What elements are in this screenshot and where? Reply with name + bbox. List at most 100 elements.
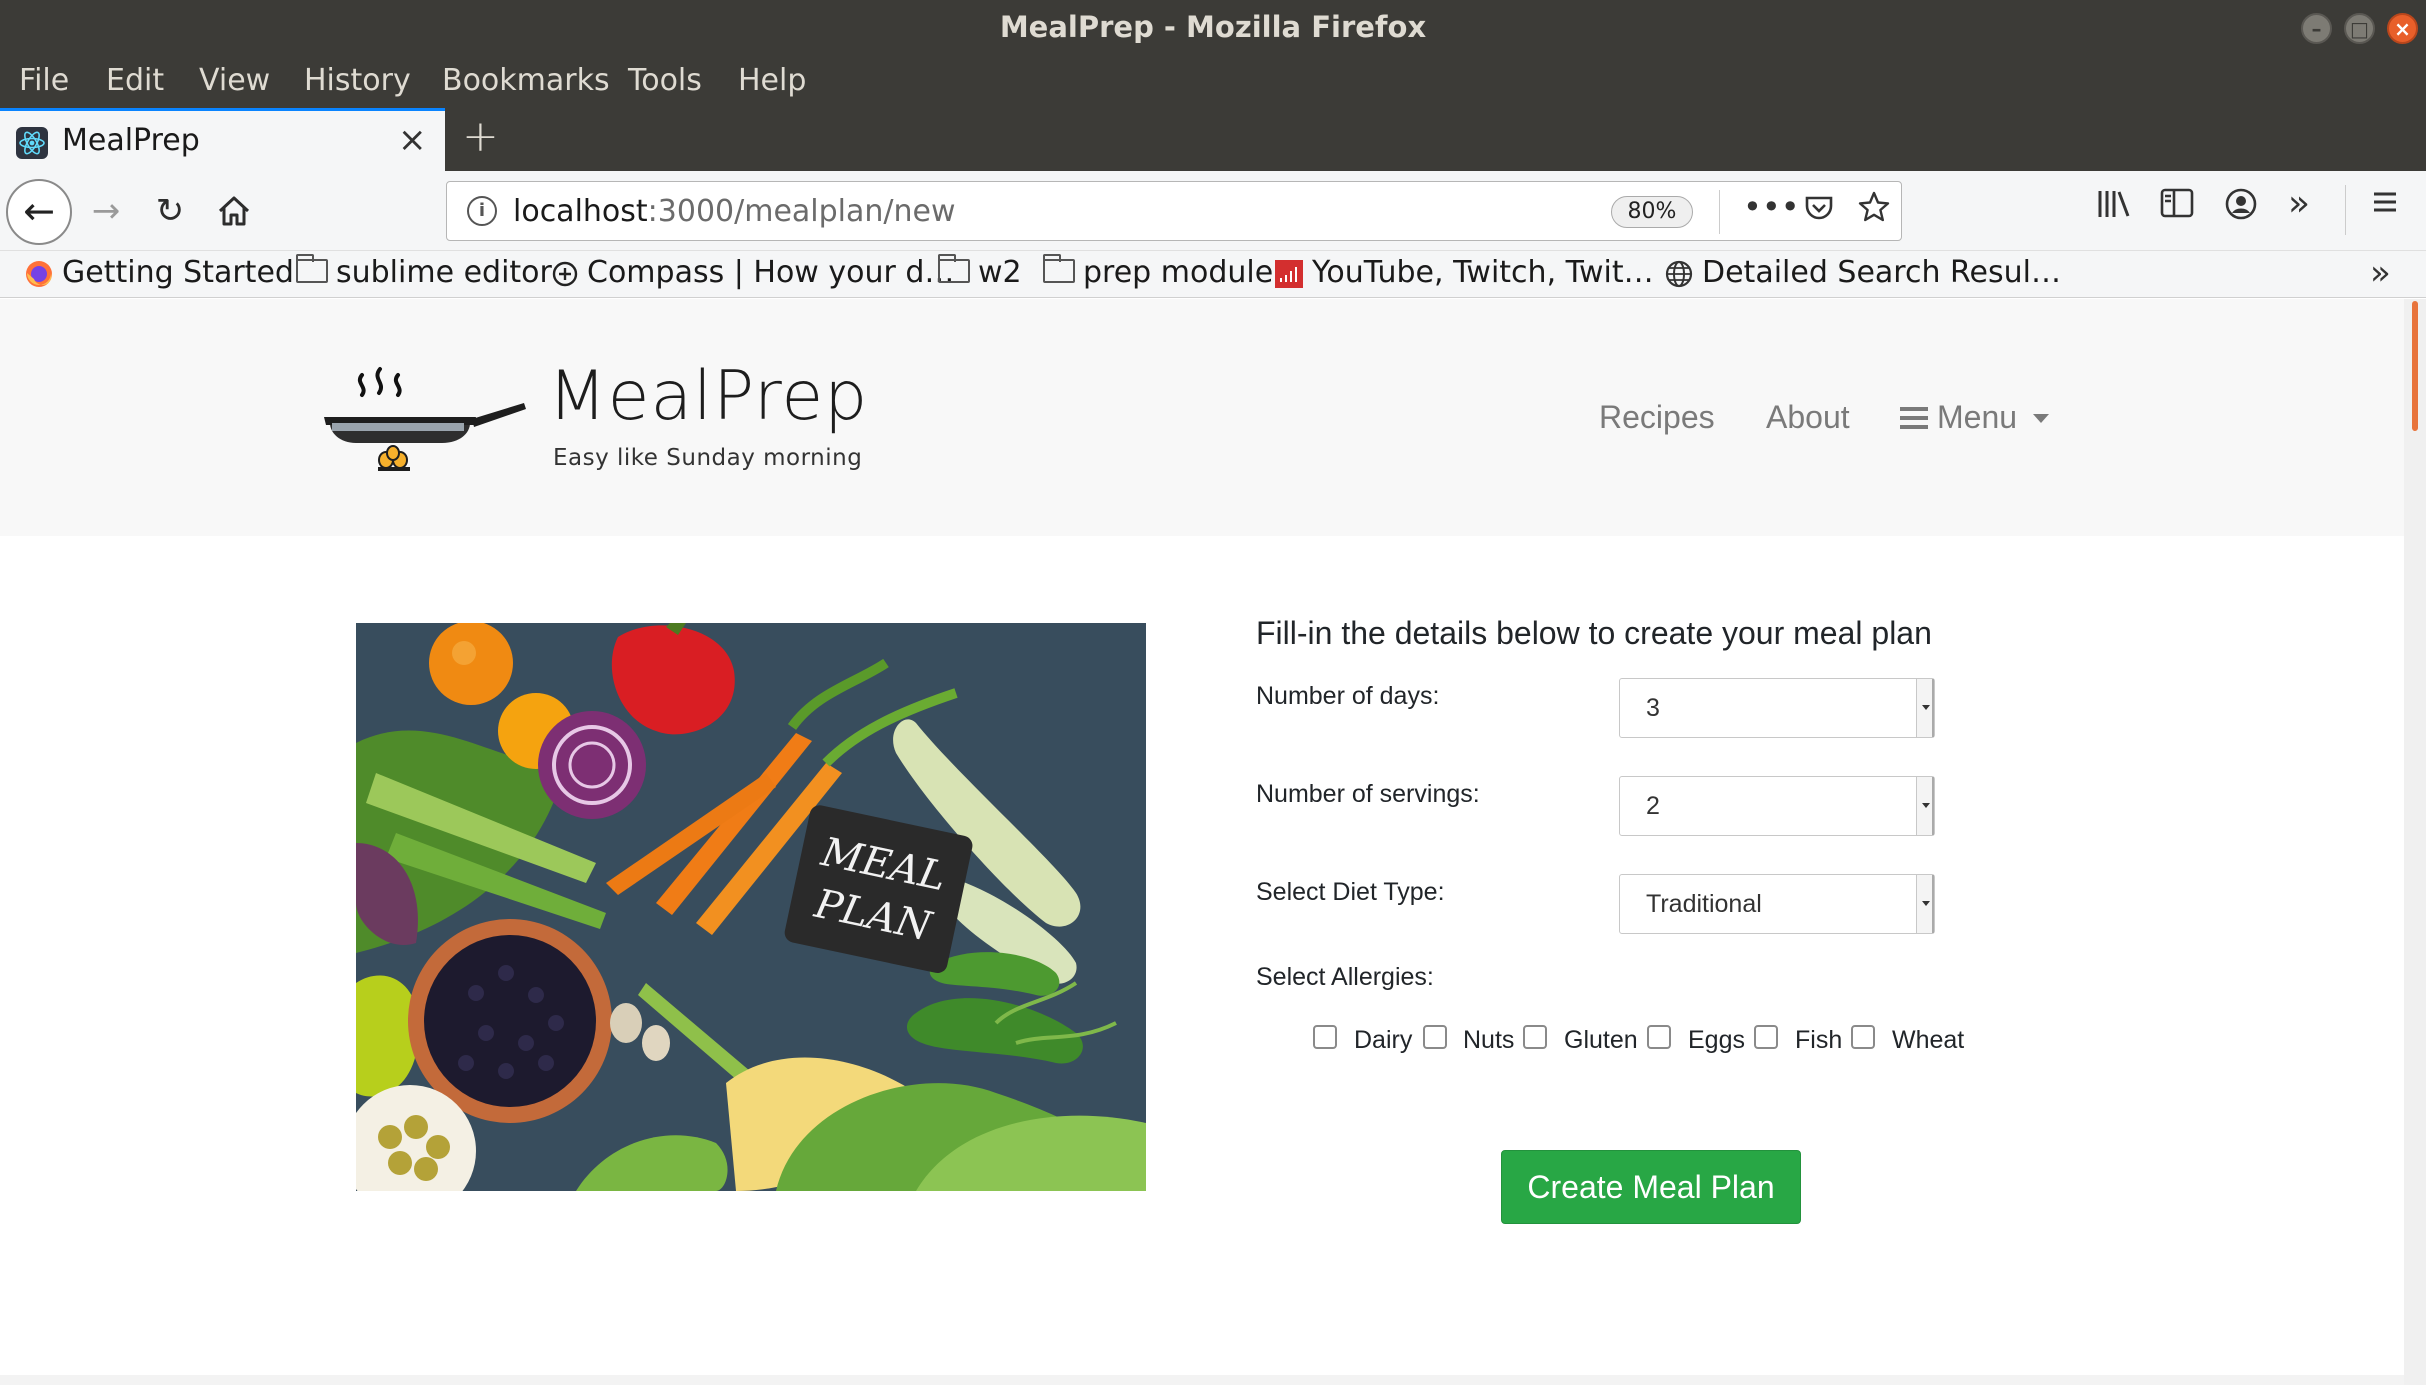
folder-icon (296, 253, 328, 283)
arrow-right-icon: → (91, 191, 121, 231)
servings-label: Number of servings: (1256, 780, 1480, 808)
diet-type-select[interactable]: Traditional (1619, 874, 1935, 934)
scrollbar-thumb[interactable] (2412, 301, 2418, 431)
nav-recipes-link[interactable]: Recipes (1599, 399, 1715, 436)
home-button[interactable] (210, 187, 258, 235)
servings-select[interactable]: 2 (1619, 776, 1935, 836)
sidebar-icon (2160, 188, 2194, 218)
page-scrollbar[interactable] (2404, 299, 2426, 1385)
folder-icon (938, 253, 970, 283)
gluten-checkbox[interactable] (1523, 1025, 1547, 1049)
dairy-label[interactable]: Dairy (1354, 1026, 1412, 1055)
reload-button[interactable]: ↻ (146, 187, 194, 235)
frying-pan-logo-icon[interactable] (322, 365, 528, 477)
bookmark-w2[interactable]: w2 (938, 253, 1022, 290)
bookmark-sublime-editor[interactable]: sublime editor (296, 253, 552, 290)
home-icon (218, 196, 250, 226)
overflow-menu-button[interactable]: » (2288, 183, 2310, 224)
url-bar[interactable]: i localhost:3000/mealplan/new 80% ••• (446, 181, 1902, 241)
arrow-left-icon: ← (23, 189, 55, 233)
toolbar-separator (2345, 185, 2346, 235)
bookmarks-toolbar: Getting Started sublime editor Compass |… (0, 251, 2426, 298)
bookmark-detailed-search[interactable]: Detailed Search Resul… (1664, 255, 2061, 290)
menu-tools[interactable]: Tools (628, 63, 702, 98)
fish-checkbox[interactable] (1754, 1025, 1778, 1049)
globe-icon (1665, 260, 1693, 287)
dairy-checkbox[interactable] (1313, 1025, 1337, 1049)
nuts-label[interactable]: Nuts (1463, 1026, 1514, 1055)
tab-strip: MealPrep × + (0, 105, 2426, 171)
close-tab-button[interactable]: × (398, 120, 427, 160)
library-button[interactable] (2096, 187, 2132, 229)
select-arrow-icon (1916, 777, 1934, 835)
zoom-level-button[interactable]: 80% (1611, 196, 1693, 228)
menu-bookmarks[interactable]: Bookmarks (442, 63, 610, 98)
wheat-checkbox[interactable] (1851, 1025, 1875, 1049)
days-label: Number of days: (1256, 682, 1440, 710)
select-arrow-icon (1916, 679, 1934, 737)
diet-type-value: Traditional (1646, 890, 1762, 918)
diet-type-label: Select Diet Type: (1256, 878, 1445, 906)
bookmark-getting-started[interactable]: Getting Started (24, 255, 294, 290)
maximize-button[interactable]: □ (2344, 13, 2375, 44)
open-menu-button[interactable] (2370, 187, 2400, 225)
bookmarks-overflow-button[interactable]: » (2370, 253, 2391, 293)
nuts-checkbox[interactable] (1423, 1025, 1447, 1049)
forward-button[interactable]: → (82, 187, 130, 235)
menu-help[interactable]: Help (738, 63, 806, 98)
minimize-button[interactable]: – (2301, 13, 2332, 44)
gluten-label[interactable]: Gluten (1564, 1026, 1638, 1055)
page-actions-button[interactable]: ••• (1743, 188, 1800, 226)
hero-meal-plan-image: MEAL PLAN (356, 623, 1146, 1191)
days-select[interactable]: 3 (1619, 678, 1935, 738)
eggs-label[interactable]: Eggs (1688, 1026, 1745, 1055)
info-icon[interactable]: i (467, 196, 497, 226)
library-icon (2098, 191, 2130, 217)
url-text[interactable]: localhost:3000/mealplan/new (513, 194, 956, 229)
window-titlebar: MealPrep - Mozilla Firefox – □ × (0, 0, 2426, 57)
bookmark-prep-module[interactable]: prep module (1043, 253, 1273, 290)
react-icon (16, 127, 48, 159)
menu-edit[interactable]: Edit (106, 63, 164, 98)
menu-bar: File Edit View History Bookmarks Tools H… (0, 57, 2426, 105)
reload-icon: ↻ (155, 191, 185, 231)
days-value: 3 (1646, 694, 1660, 722)
servings-value: 2 (1646, 792, 1660, 820)
select-arrow-icon (1916, 875, 1934, 933)
new-tab-button[interactable]: + (462, 111, 499, 162)
caret-down-icon (2033, 414, 2050, 423)
menu-file[interactable]: File (19, 63, 69, 98)
account-button[interactable] (2224, 187, 2258, 229)
back-button[interactable]: ← (6, 179, 72, 245)
nav-menu-dropdown[interactable]: Menu (1900, 399, 2050, 436)
hamburger-icon (1900, 407, 1928, 429)
page-footer-strip (0, 1375, 2404, 1385)
brand-name[interactable]: MealPrep (548, 357, 868, 436)
minimize-icon: – (2311, 17, 2322, 41)
menu-history[interactable]: History (304, 63, 411, 98)
close-window-button[interactable]: × (2387, 13, 2418, 44)
chart-icon (1275, 259, 1303, 288)
pocket-button[interactable] (1803, 192, 1835, 232)
tab-mealprep[interactable]: MealPrep × (0, 108, 445, 171)
bookmark-star-button[interactable] (1857, 190, 1891, 232)
sidebar-button[interactable] (2160, 187, 2194, 227)
allergies-label: Select Allergies: (1256, 963, 1434, 991)
tab-title: MealPrep (62, 123, 200, 158)
site-header: MealPrep Easy like Sunday morning Recipe… (0, 299, 2404, 536)
fish-label[interactable]: Fish (1795, 1026, 1842, 1055)
hamburger-menu-icon (2374, 192, 2396, 212)
bookmark-youtube-twitch[interactable]: YouTube, Twitch, Twit… (1274, 255, 1654, 290)
create-meal-plan-button[interactable]: Create Meal Plan (1501, 1150, 1801, 1224)
form-heading: Fill-in the details below to create your… (1256, 615, 1932, 651)
nav-menu-label: Menu (1937, 399, 2018, 435)
wheat-label[interactable]: Wheat (1892, 1026, 1964, 1055)
brand-tagline: Easy like Sunday morning (553, 445, 863, 471)
maximize-icon: □ (2350, 17, 2369, 41)
menu-view[interactable]: View (199, 63, 270, 98)
star-icon (1858, 191, 1890, 222)
bookmark-compass[interactable]: Compass | How your d… (551, 255, 954, 290)
eggs-checkbox[interactable] (1647, 1025, 1671, 1049)
vegetables-illustration: MEAL PLAN (356, 623, 1146, 1191)
nav-about-link[interactable]: About (1766, 399, 1850, 436)
